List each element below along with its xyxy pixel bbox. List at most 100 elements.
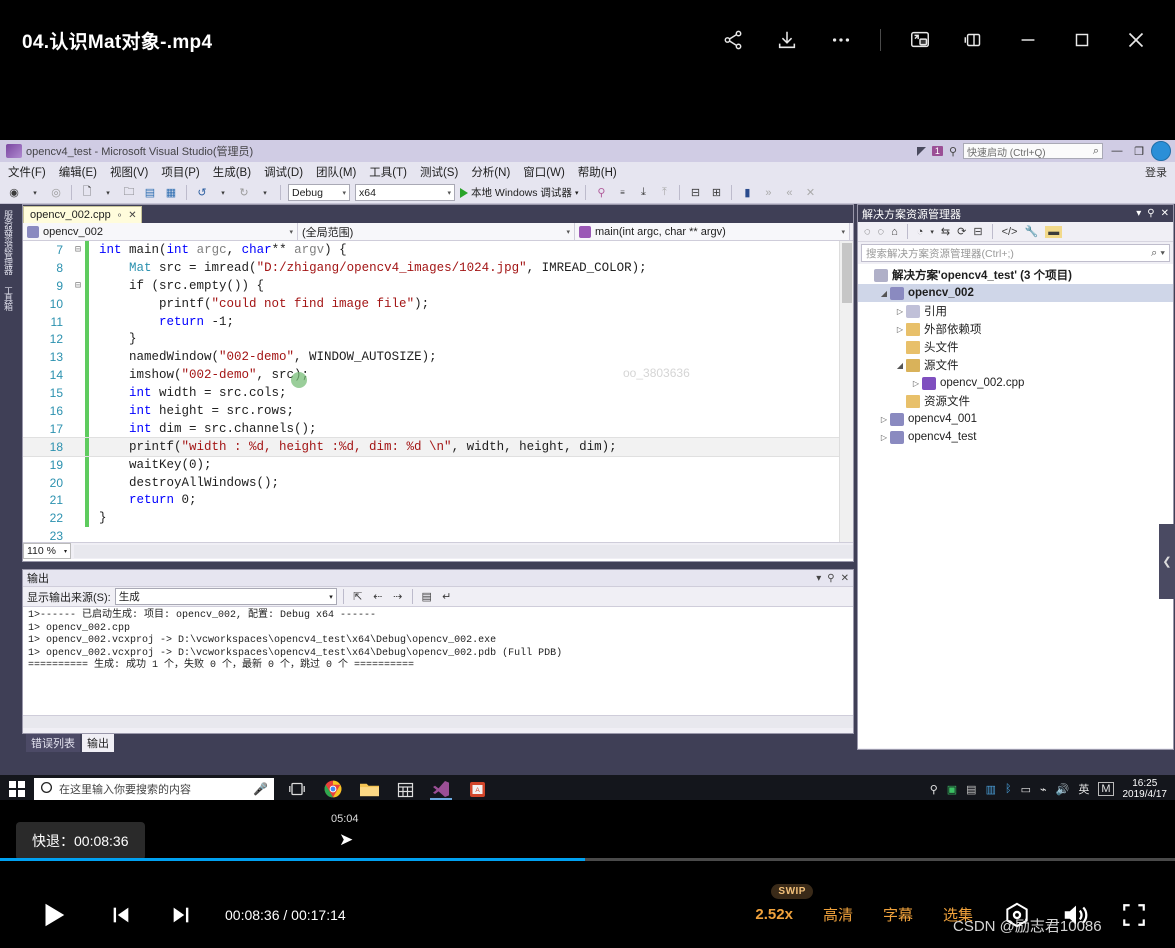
close-icon[interactable]: ✕ bbox=[1161, 208, 1169, 219]
code-line[interactable]: 11 return -1; bbox=[23, 312, 853, 331]
tree-item[interactable]: ▷ opencv_002.cpp bbox=[858, 374, 1173, 392]
zoom-level-combo[interactable]: 110 % ▾ bbox=[23, 543, 71, 559]
expander-icon[interactable]: ◢ bbox=[878, 289, 890, 298]
code-line[interactable]: 7 ⊟ int main(int argc, char** argv) { bbox=[23, 241, 853, 259]
code-line[interactable]: 22} bbox=[23, 509, 853, 528]
editor-vertical-scrollbar[interactable] bbox=[839, 241, 853, 542]
close-icon[interactable]: ✕ bbox=[128, 210, 136, 221]
volume-icon[interactable]: 🔊 bbox=[1056, 783, 1070, 796]
play-button[interactable] bbox=[38, 900, 68, 930]
clear-bookmarks-icon[interactable]: ✕ bbox=[802, 185, 818, 201]
avatar[interactable] bbox=[1151, 141, 1171, 161]
fullscreen-icon[interactable] bbox=[1121, 902, 1147, 928]
pane-dropdown-icon[interactable]: ▾ bbox=[1136, 208, 1141, 219]
go-next-message-icon[interactable]: ⇢ bbox=[390, 589, 406, 605]
close-icon[interactable] bbox=[1121, 25, 1151, 55]
expander-icon[interactable]: ▷ bbox=[878, 415, 890, 424]
playback-speed-button[interactable]: SWIP 2.52x bbox=[755, 883, 813, 924]
collapse-all-icon[interactable]: ⊟ bbox=[973, 225, 982, 238]
find-message-icon[interactable]: ⇱ bbox=[350, 589, 366, 605]
code-line[interactable]: 14 imshow("002-demo", src); bbox=[23, 366, 853, 385]
minimize-icon[interactable] bbox=[1013, 25, 1043, 55]
uncomment-icon[interactable]: ⊞ bbox=[708, 185, 724, 201]
quick-launch-input[interactable]: 快速启动 (Ctrl+Q) ⌕ bbox=[963, 143, 1103, 159]
menu-project[interactable]: 项目(P) bbox=[161, 164, 199, 180]
new-project-dropdown-icon[interactable]: ▾ bbox=[100, 185, 116, 201]
tree-item[interactable]: ▷ opencv4_test bbox=[858, 428, 1173, 446]
microphone-icon[interactable]: 🎤 bbox=[253, 782, 268, 796]
more-options-icon[interactable] bbox=[826, 25, 856, 55]
menu-debug[interactable]: 调试(D) bbox=[264, 164, 303, 180]
code-line[interactable]: 9 ⊟ if (src.empty()) { bbox=[23, 276, 853, 295]
solution-tree[interactable]: 解决方案'opencv4_test' (3 个项目) ◢ opencv_002 ▷ 引用… bbox=[858, 264, 1173, 748]
pin-tray-icon[interactable]: ⚲ bbox=[930, 783, 938, 796]
code-line[interactable]: 13 namedWindow("002-demo", WINDOW_AUTOSI… bbox=[23, 348, 853, 367]
expander-icon[interactable]: ▷ bbox=[894, 307, 906, 316]
auto-hide-panel-handle[interactable]: ❮ bbox=[1159, 524, 1175, 599]
taskbar-clock[interactable]: 16:25 2019/4/17 bbox=[1123, 778, 1168, 800]
properties-icon[interactable]: 🔧 bbox=[1024, 225, 1038, 238]
output-source-combo[interactable]: 生成 ▾ bbox=[114, 588, 337, 605]
code-line[interactable]: 8 Mat src = imread("D:/zhigang/opencv4_i… bbox=[23, 258, 853, 277]
toggle-word-wrap-icon[interactable]: ↵ bbox=[439, 589, 455, 605]
tab-error-list[interactable]: 错误列表 bbox=[26, 734, 80, 752]
back-icon[interactable]: ◉ bbox=[6, 185, 22, 201]
code-line[interactable]: 19 waitKey(0); bbox=[23, 455, 853, 474]
scrollbar-thumb[interactable] bbox=[842, 243, 852, 303]
menu-view[interactable]: 视图(V) bbox=[110, 164, 148, 180]
chrome-icon[interactable] bbox=[322, 778, 344, 800]
nav-project-combo[interactable]: opencv_002 ▾ bbox=[23, 223, 298, 240]
output-horizontal-scrollbar[interactable] bbox=[23, 715, 853, 728]
tray-app1-icon[interactable]: ▣ bbox=[947, 783, 957, 796]
code-line[interactable]: 21 return 0; bbox=[23, 491, 853, 510]
download-icon[interactable] bbox=[772, 25, 802, 55]
pane-dropdown-icon[interactable]: ▾ bbox=[816, 573, 821, 584]
taskbar-search-input[interactable]: 在这里输入你要搜索的内容 🎤 bbox=[34, 778, 274, 800]
expander-icon[interactable]: ▷ bbox=[878, 433, 890, 442]
forward-icon[interactable]: ◎ bbox=[48, 185, 64, 201]
sync-icon[interactable]: ⇆ bbox=[941, 225, 950, 238]
bluetooth-icon[interactable]: ᛒ bbox=[1005, 783, 1012, 795]
tree-item[interactable]: 资源文件 bbox=[858, 392, 1173, 410]
file-explorer-icon[interactable] bbox=[358, 778, 380, 800]
calendar-icon[interactable] bbox=[394, 778, 416, 800]
notification-count-badge[interactable]: 1 bbox=[931, 146, 943, 156]
menu-build[interactable]: 生成(B) bbox=[213, 164, 251, 180]
platform-combo[interactable]: x64 ▾ bbox=[355, 184, 455, 201]
save-all-icon[interactable]: ▦ bbox=[163, 185, 179, 201]
notification-flag-icon[interactable] bbox=[916, 146, 926, 156]
menu-window[interactable]: 窗口(W) bbox=[523, 164, 565, 180]
subtitle-button[interactable]: 字幕 bbox=[883, 904, 913, 925]
code-line[interactable]: 12 } bbox=[23, 330, 853, 349]
pdf-reader-icon[interactable]: A bbox=[466, 778, 488, 800]
attach-process-icon[interactable]: ⚲ bbox=[593, 185, 609, 201]
new-project-icon[interactable]: 🗋 bbox=[79, 185, 95, 201]
redo-dropdown-icon[interactable]: ▾ bbox=[257, 185, 273, 201]
chevron-down-icon[interactable]: ▾ bbox=[930, 228, 934, 236]
undo-icon[interactable]: ↺ bbox=[194, 185, 210, 201]
quality-button[interactable]: 高清 bbox=[823, 904, 853, 925]
show-all-files-icon[interactable]: </> bbox=[1002, 226, 1018, 238]
code-line[interactable]: 16 int height = src.rows; bbox=[23, 402, 853, 420]
nav-scope-combo[interactable]: (全局范围) ▾ bbox=[298, 223, 575, 240]
wifi-icon[interactable]: ⌁ bbox=[1040, 783, 1047, 796]
code-text-area[interactable]: 7 ⊟ int main(int argc, char** argv) {8 Mat… bbox=[23, 241, 853, 542]
next-bookmark-icon[interactable]: » bbox=[760, 185, 776, 201]
tree-item[interactable]: 头文件 bbox=[858, 338, 1173, 356]
back-dropdown-icon[interactable]: ▾ bbox=[27, 185, 43, 201]
previous-episode-button[interactable] bbox=[110, 904, 132, 926]
save-icon[interactable]: ▤ bbox=[142, 185, 158, 201]
tree-item[interactable]: ▷ opencv4_001 bbox=[858, 410, 1173, 428]
bookmark-icon[interactable]: ▮ bbox=[739, 185, 755, 201]
expander-icon[interactable]: ▷ bbox=[910, 379, 922, 388]
ime-mode-icon[interactable]: M bbox=[1098, 782, 1114, 796]
menu-test[interactable]: 测试(S) bbox=[420, 164, 458, 180]
nav-function-combo[interactable]: main(int argc, char ** argv) ▾ bbox=[575, 223, 850, 240]
code-line[interactable]: 15 int width = src.cols; bbox=[23, 384, 853, 403]
progress-bar[interactable] bbox=[0, 858, 1175, 861]
code-line[interactable]: 10 printf("could not find image file"); bbox=[23, 294, 853, 313]
solution-search-input[interactable]: 搜索解决方案资源管理器(Ctrl+;) ⌕ ▾ bbox=[861, 244, 1170, 262]
tree-item[interactable]: ◢ opencv_002 bbox=[858, 284, 1173, 302]
back-icon[interactable]: ◌ bbox=[864, 226, 871, 238]
pending-changes-icon[interactable]: ◔ bbox=[917, 226, 924, 238]
